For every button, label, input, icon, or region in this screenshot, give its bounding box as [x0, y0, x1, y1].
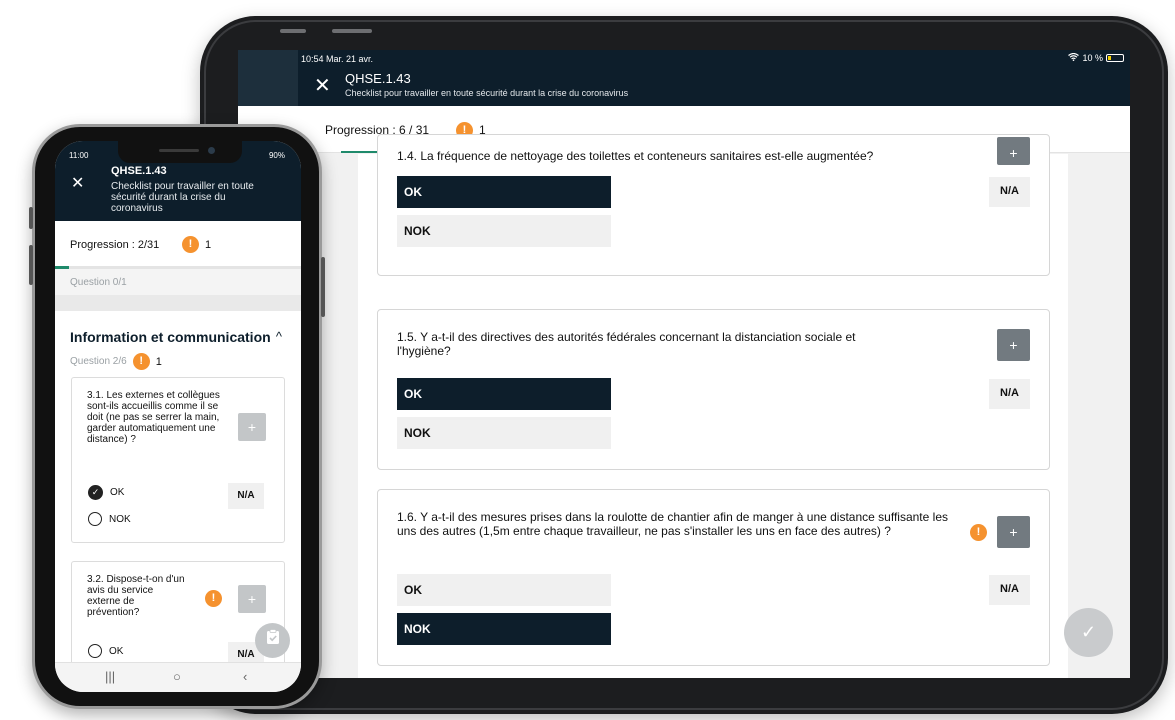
phone-screen: 11:00 90% ✕ QHSE.1.43 Checklist pour tra…: [55, 141, 301, 692]
question-card: 1.4. La fréquence de nettoyage des toile…: [377, 134, 1050, 276]
question-card: 1.5. Y a-t-il des directives des autorit…: [377, 309, 1050, 470]
back-icon[interactable]: ‹: [243, 669, 247, 684]
status-indicators: 10 %: [1068, 52, 1124, 63]
option-nok[interactable]: NOK: [397, 417, 611, 449]
option-na[interactable]: N/A: [228, 483, 264, 509]
question-text: 3.1. Les externes et collègues sont-ils …: [87, 390, 220, 445]
page-subtitle: Checklist pour travailler en toute sécur…: [345, 88, 629, 98]
radio-empty-icon: [88, 644, 102, 658]
option-na[interactable]: N/A: [989, 177, 1030, 207]
page-title: QHSE.1.43: [345, 71, 411, 86]
section-header[interactable]: Information et communication ^ Question …: [70, 329, 284, 370]
question-card: 1.6. Y a-t-il des mesures prises dans la…: [377, 489, 1050, 666]
page-subtitle: Checklist pour travailler en toute sécur…: [111, 181, 254, 214]
phone-app-bar: 11:00 90% ✕ QHSE.1.43 Checklist pour tra…: [55, 141, 301, 221]
add-note-button[interactable]: +: [238, 413, 266, 441]
question-text: 1.4. La fréquence de nettoyage des toile…: [397, 149, 874, 163]
question-list: 1.4. La fréquence de nettoyage des toile…: [358, 134, 1068, 678]
radio-label: OK: [110, 487, 125, 498]
camera-icon: [208, 147, 215, 154]
option-nok[interactable]: NOK: [397, 613, 611, 645]
wifi-icon: [1068, 52, 1080, 63]
add-note-button[interactable]: +: [997, 516, 1030, 548]
add-note-button[interactable]: +: [997, 137, 1030, 165]
speaker-grille: [159, 149, 199, 152]
option-ok[interactable]: OK: [397, 574, 611, 606]
radio-label: NOK: [109, 513, 131, 525]
warning-count: 1: [155, 355, 162, 368]
option-na[interactable]: N/A: [989, 379, 1030, 409]
section-divider: [55, 295, 301, 311]
tablet-button: [332, 29, 372, 33]
question-text: 3.2. Dispose-t-on d'un avis du service e…: [87, 574, 185, 618]
status-time: 10:54 Mar. 21 avr.: [301, 54, 374, 64]
add-note-button[interactable]: +: [238, 585, 266, 613]
warning-icon: !: [205, 590, 222, 607]
phone-button: [29, 245, 33, 285]
side-panel-stub: [238, 50, 298, 106]
battery-percent: 10 %: [1082, 53, 1103, 63]
section-counter: Question 2/6: [70, 356, 127, 367]
warning-count: 1: [205, 239, 212, 251]
radio-empty-icon: [88, 512, 102, 526]
radio-nok[interactable]: NOK: [88, 512, 131, 526]
radio-label: OK: [109, 645, 124, 657]
checked-icon: ✓: [88, 485, 103, 500]
option-ok[interactable]: OK: [397, 378, 611, 410]
phone-button: [321, 257, 325, 317]
progress-label: Progression : 2/31: [70, 239, 160, 251]
phone-device: 11:00 90% ✕ QHSE.1.43 Checklist pour tra…: [29, 124, 325, 709]
question-text: 1.5. Y a-t-il des directives des autorit…: [397, 330, 856, 358]
validate-check-button[interactable]: ✓: [1064, 608, 1113, 657]
option-na[interactable]: N/A: [989, 575, 1030, 605]
option-ok[interactable]: OK: [397, 176, 611, 208]
add-note-button[interactable]: +: [997, 329, 1030, 361]
question-counter: Question 0/1: [70, 277, 127, 288]
phone-button: [29, 207, 33, 229]
tablet-screen: 10:54 Mar. 21 avr. 10 % ✕ QHSE.1.43 Chec…: [238, 50, 1130, 678]
tablet-button: [280, 29, 306, 33]
android-nav-bar: ||| ○ ‹: [55, 662, 301, 692]
radio-ok[interactable]: OK: [88, 644, 123, 658]
devices-stage: 10:54 Mar. 21 avr. 10 % ✕ QHSE.1.43 Chec…: [0, 0, 1175, 720]
section-meta: Question 2/6 ! 1: [70, 353, 284, 370]
status-time: 11:00: [69, 151, 89, 160]
question-card: 3.1. Les externes et collègues sont-ils …: [71, 377, 285, 543]
tablet-device: 10:54 Mar. 21 avr. 10 % ✕ QHSE.1.43 Chec…: [200, 16, 1168, 714]
battery-icon: [1106, 54, 1124, 62]
question-text: 1.6. Y a-t-il des mesures prises dans la…: [397, 510, 948, 538]
recent-apps-icon[interactable]: |||: [105, 669, 115, 684]
tablet-app-bar: 10:54 Mar. 21 avr. 10 % ✕ QHSE.1.43 Chec…: [238, 50, 1130, 106]
option-nok[interactable]: NOK: [397, 215, 611, 247]
phone-notch: [118, 141, 242, 163]
close-icon[interactable]: ✕: [71, 173, 84, 193]
warning-icon: !: [132, 353, 150, 370]
warning-icon: !: [182, 236, 199, 253]
battery-percent: 90%: [268, 151, 285, 160]
close-icon[interactable]: ✕: [314, 76, 331, 96]
chevron-up-icon[interactable]: ^: [276, 329, 282, 344]
question-counter-row: Question 0/1: [55, 269, 301, 295]
warning-icon: !: [970, 524, 987, 541]
progress-header: Progression : 2/31 ! 1: [55, 221, 301, 269]
section-title: Information et communication: [70, 329, 271, 345]
page-title: QHSE.1.43: [111, 165, 167, 177]
radio-ok[interactable]: ✓ OK: [88, 485, 124, 500]
question-card: 3.2. Dispose-t-on d'un avis du service e…: [71, 561, 285, 671]
clipboard-check-icon[interactable]: [255, 623, 290, 658]
home-icon[interactable]: ○: [173, 669, 181, 684]
